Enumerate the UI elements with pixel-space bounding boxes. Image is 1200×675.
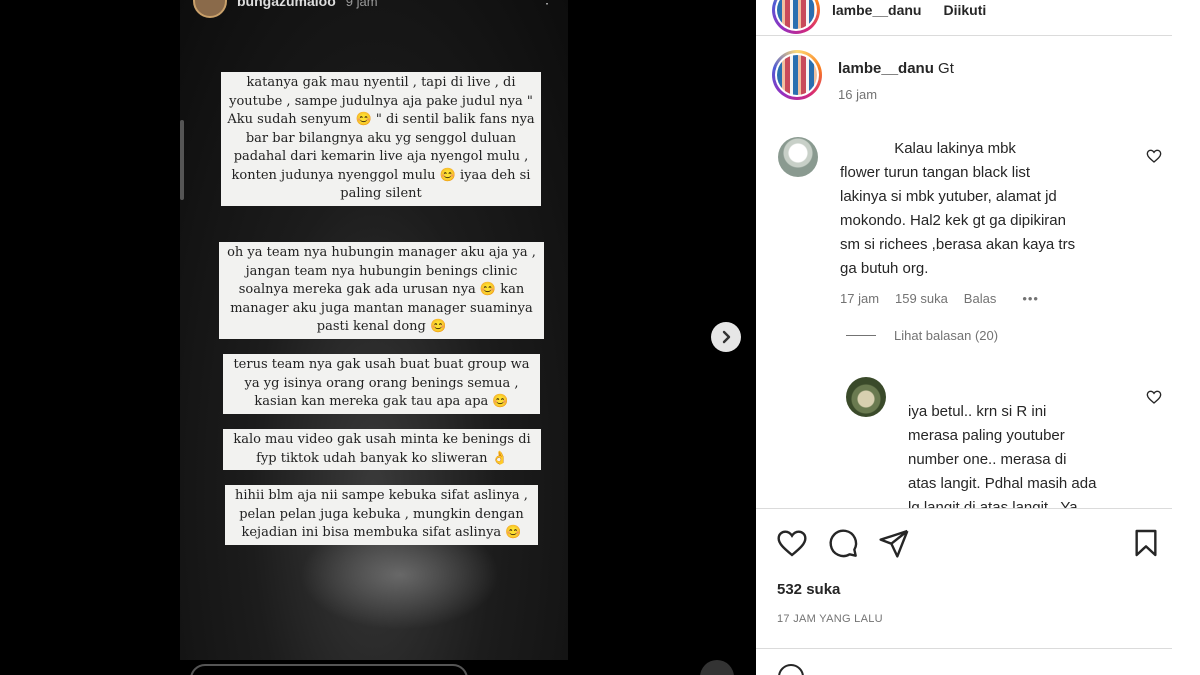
caption-text: Gt	[938, 60, 954, 77]
caption-line: lambe__danu Gt	[838, 60, 954, 77]
comment-icon[interactable]	[827, 527, 859, 559]
story-more-icon[interactable]: ⋮	[540, 0, 554, 7]
story-media-panel: bungazumaloo 9 jam ⋮ katanya gak mau nye…	[0, 0, 756, 675]
replies-dash	[846, 335, 876, 336]
comments-panel: lambe__danu Diikuti lambe__danu Gt 16 ja…	[756, 0, 1200, 675]
story-text-bubble: kalo mau video gak usah minta ke benings…	[223, 429, 541, 470]
post-time-ago: 17 JAM YANG LALU	[777, 613, 883, 625]
instagram-post-view: bungazumaloo 9 jam ⋮ katanya gak mau nye…	[0, 0, 1200, 675]
chevron-right-icon	[722, 330, 731, 344]
sound-toggle-button[interactable]	[700, 660, 734, 675]
story-text-bubble: katanya gak mau nyentil , tapi di live ,…	[221, 72, 541, 206]
caption-time: 16 jam	[838, 87, 878, 102]
comment-like-heart-icon[interactable]	[1146, 148, 1162, 164]
comment-box-divider	[756, 648, 1172, 649]
comment-avatar[interactable]	[778, 137, 818, 177]
next-media-button[interactable]	[711, 322, 741, 352]
story-text-bubble: oh ya team nya hubungin manager aku aja …	[219, 242, 544, 339]
post-header: lambe__danu Diikuti	[772, 0, 986, 34]
header-username[interactable]: lambe__danu	[832, 2, 921, 18]
comment-more-button[interactable]: •••	[1022, 291, 1039, 306]
follow-status-button[interactable]: Diikuti	[943, 2, 986, 18]
story-text-bubble: terus team nya gak usah buat buat group …	[223, 354, 540, 414]
reply-like-heart-icon[interactable]	[1146, 389, 1162, 405]
post-actions-bar: 532 suka 17 JAM YANG LALU	[756, 508, 1172, 668]
reply-avatar[interactable]	[846, 377, 886, 417]
story-progress-pill	[190, 664, 468, 675]
reply-item: iya betul.. krn si R ini merasa paling y…	[846, 377, 1138, 520]
story-time: 9 jam	[345, 0, 378, 9]
view-replies-toggle[interactable]: Lihat balasan (20)	[846, 328, 998, 343]
post-caption: lambe__danu Gt 16 jam	[772, 50, 954, 102]
comment-reply-button[interactable]: Balas	[964, 291, 997, 306]
story-scroll-indicator	[180, 120, 184, 200]
reply-text: iya betul.. krn si R ini merasa paling y…	[908, 403, 1097, 516]
likes-count[interactable]: 532 suka	[777, 581, 840, 598]
comment-item: Kalau lakinya mbk flower turun tangan bl…	[778, 137, 1130, 306]
view-replies-label[interactable]: Lihat balasan (20)	[894, 328, 998, 343]
story-text-bubble: hihii blm aja nii sampe kebuka sifat asl…	[225, 485, 538, 545]
story-username[interactable]: bungazumaloo	[237, 0, 336, 9]
comment-text: Kalau lakinya mbk flower turun tangan bl…	[840, 140, 1076, 277]
comment-time: 17 jam	[840, 291, 880, 306]
caption-avatar[interactable]	[772, 50, 822, 100]
header-divider	[756, 35, 1172, 36]
share-icon[interactable]	[878, 527, 910, 559]
comment-likes[interactable]: 159 suka	[895, 291, 948, 306]
header-avatar[interactable]	[772, 0, 820, 34]
caption-username[interactable]: lambe__danu	[838, 60, 934, 77]
heart-icon[interactable]	[776, 527, 808, 559]
story-header: bungazumaloo 9 jam	[193, 0, 378, 18]
bookmark-icon[interactable]	[1130, 527, 1162, 559]
